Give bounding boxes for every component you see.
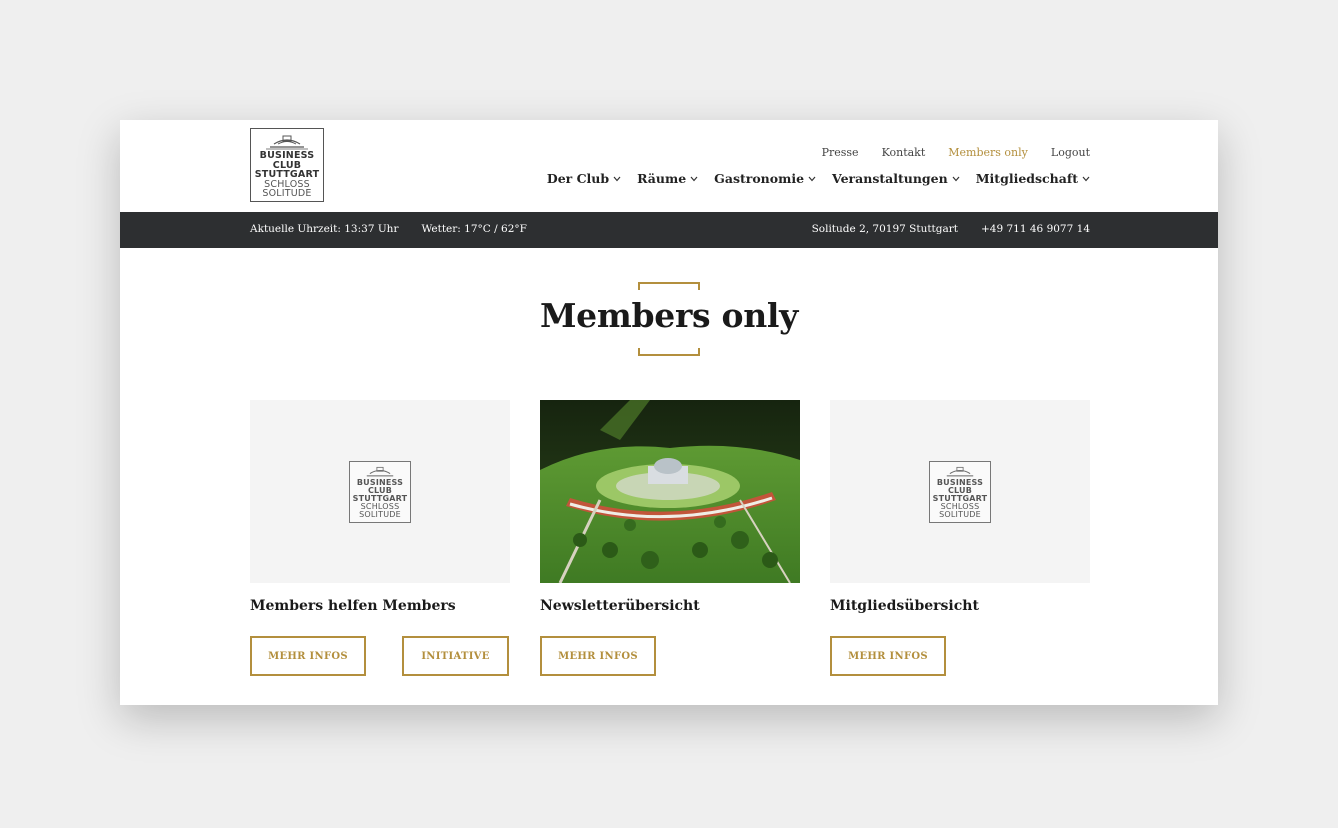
nav-item-veranstaltungen[interactable]: Veranstaltungen: [832, 171, 960, 186]
card-title: Mitgliedsübersicht: [830, 598, 979, 614]
nav-item-label: Der Club: [546, 171, 610, 186]
logo-text-line: SOLITUDE: [359, 510, 401, 520]
card-mitgliedsuebersicht: BUSINESS CLUB STUTTGART SCHLOSS SOLITUDE…: [830, 400, 1090, 676]
chevron-down-icon: [690, 176, 698, 181]
nav-item-der-club[interactable]: Der Club: [547, 171, 621, 186]
card-image[interactable]: BUSINESS CLUB STUTTGART SCHLOSS SOLITUDE: [830, 400, 1090, 583]
logo-text-line: SOLITUDE: [939, 510, 981, 520]
chevron-down-icon: [952, 176, 960, 181]
chevron-down-icon: [613, 176, 621, 181]
phone-number[interactable]: +49 711 46 9077 14: [981, 223, 1090, 235]
card-buttons: MEHR INFOS: [540, 636, 800, 676]
card-buttons: MEHR INFOS: [830, 636, 1090, 676]
page-title: Members only: [539, 296, 799, 335]
nav-item-gastronomie[interactable]: Gastronomie: [714, 171, 816, 186]
castle-icon: [366, 466, 394, 476]
nav-item-label: Veranstaltungen: [832, 171, 948, 186]
castle-icon: [266, 135, 308, 150]
weather: Wetter: 17°C / 62°F: [421, 223, 527, 235]
club-logo-placeholder: BUSINESS CLUB STUTTGART SCHLOSS SOLITUDE: [349, 460, 411, 523]
nav-item-label: Räume: [637, 171, 687, 186]
card-image[interactable]: BUSINESS CLUB STUTTGART SCHLOSS SOLITUDE: [250, 400, 510, 583]
main-navigation: Der Club Räume Gastronomie Veranstaltung…: [547, 171, 1090, 186]
chevron-down-icon: [1082, 176, 1090, 181]
card-buttons: MEHR INFOS INITIATIVE: [250, 636, 510, 676]
current-time: Aktuelle Uhrzeit: 13:37 Uhr: [250, 223, 399, 235]
heading-bracket-top: [638, 282, 700, 290]
card-title: Members helfen Members: [250, 598, 456, 614]
mehr-infos-button[interactable]: MEHR INFOS: [540, 636, 656, 676]
nav-item-raeume[interactable]: Räume: [637, 171, 698, 186]
card-members-helfen-members: BUSINESS CLUB STUTTGART SCHLOSS SOLITUDE…: [250, 400, 510, 676]
nav-link-members-only[interactable]: Members only: [948, 146, 1028, 159]
site-logo[interactable]: BUSINESS CLUB STUTTGART SCHLOSS SOLITUDE: [250, 128, 324, 202]
nav-item-label: Gastronomie: [714, 171, 805, 186]
card-newsletteruebersicht: Newsletterübersicht MEHR INFOS: [540, 400, 800, 676]
nav-link-kontakt[interactable]: Kontakt: [882, 146, 926, 159]
page-heading: Members only: [120, 282, 1218, 358]
mehr-infos-button[interactable]: MEHR INFOS: [830, 636, 946, 676]
initiative-button[interactable]: INITIATIVE: [402, 636, 509, 676]
card-title: Newsletterübersicht: [540, 598, 700, 614]
mehr-infos-button[interactable]: MEHR INFOS: [250, 636, 366, 676]
chevron-down-icon: [808, 176, 816, 181]
top-navigation: Presse Kontakt Members only Logout: [822, 146, 1090, 159]
heading-bracket-bottom: [638, 348, 700, 356]
logo-text-line: SOLITUDE: [262, 188, 312, 200]
nav-link-presse[interactable]: Presse: [822, 146, 859, 159]
club-logo-placeholder: BUSINESS CLUB STUTTGART SCHLOSS SOLITUDE: [929, 460, 991, 523]
nav-item-mitgliedschaft[interactable]: Mitgliedschaft: [976, 171, 1090, 186]
nav-item-label: Mitgliedschaft: [975, 171, 1078, 186]
address: Solitude 2, 70197 Stuttgart: [811, 223, 958, 235]
aerial-photo: [540, 400, 800, 583]
nav-link-logout[interactable]: Logout: [1051, 146, 1090, 159]
castle-icon: [946, 466, 974, 476]
site-header: BUSINESS CLUB STUTTGART SCHLOSS SOLITUDE…: [120, 120, 1218, 212]
info-bar: Aktuelle Uhrzeit: 13:37 Uhr Wetter: 17°C…: [120, 212, 1218, 248]
browser-page: BUSINESS CLUB STUTTGART SCHLOSS SOLITUDE…: [120, 120, 1218, 705]
card-image[interactable]: [540, 400, 800, 583]
